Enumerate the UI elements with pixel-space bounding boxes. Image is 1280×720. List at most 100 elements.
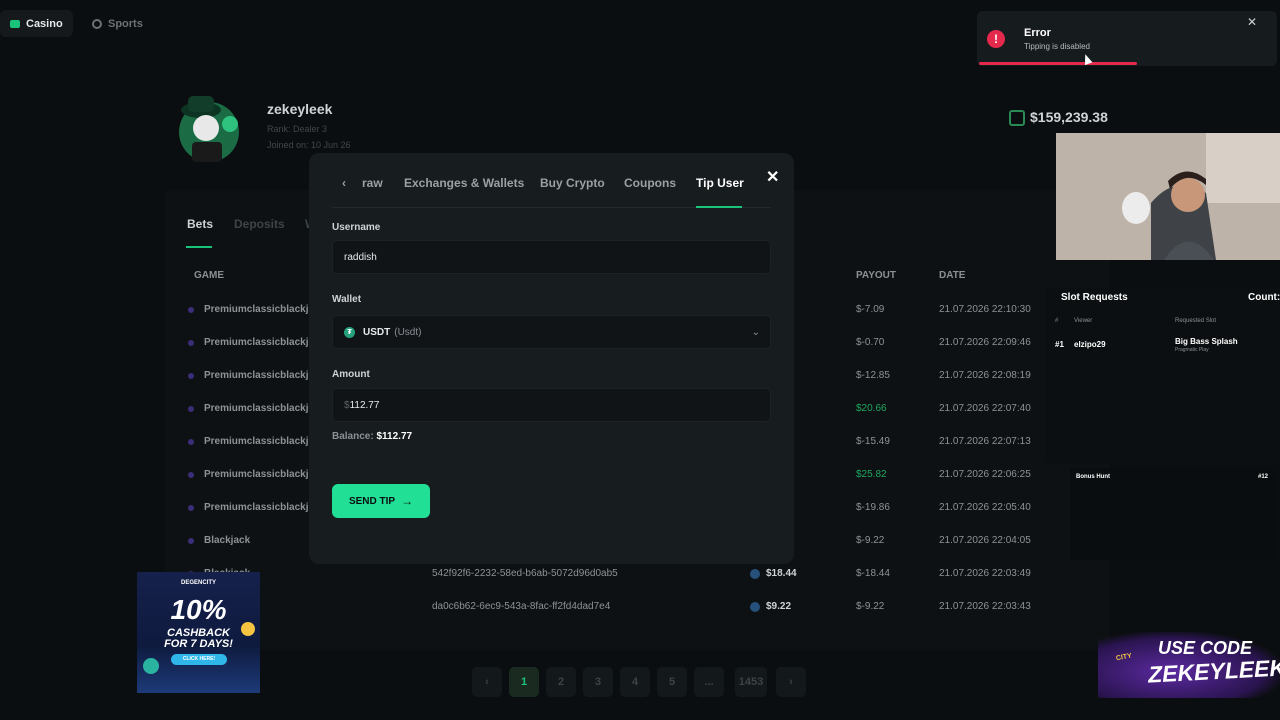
row-game: Premiumclassicblackj <box>188 370 309 381</box>
row-payout: $-18.44 <box>856 568 890 579</box>
wallet-select[interactable]: ₮ USDT (Usdt) ⌄ <box>332 315 771 349</box>
amount-value: 112.77 <box>349 399 380 411</box>
casino-icon <box>10 19 20 28</box>
coin-icon <box>750 601 760 612</box>
page-button[interactable]: 1 <box>509 667 539 697</box>
row-date: 21.07.2026 22:09:46 <box>939 337 1031 348</box>
row-date: 21.07.2026 22:03:43 <box>939 601 1031 612</box>
row-date: 21.07.2026 22:05:40 <box>939 502 1031 513</box>
game-icon <box>188 372 194 379</box>
slot-row-num: #1 <box>1055 340 1064 349</box>
username-input[interactable]: raddish <box>332 240 771 274</box>
nav-tab-casino[interactable]: Casino <box>0 10 73 37</box>
amount-input[interactable]: $ 112.77 <box>332 388 771 422</box>
profile-avatar <box>166 88 252 168</box>
row-payout: $-15.49 <box>856 436 890 447</box>
row-payout: $20.66 <box>856 403 887 414</box>
row-game: Premiumclassicblackj <box>188 502 309 513</box>
promo-percent: 10% <box>170 594 227 625</box>
row-amount: $18.44 <box>750 568 797 579</box>
row-date: 21.07.2026 22:08:19 <box>939 370 1031 381</box>
game-icon <box>188 405 194 412</box>
col-header-game: GAME <box>194 270 224 281</box>
game-icon <box>188 306 194 313</box>
row-game-label: Blackjack <box>204 535 251 546</box>
page-button[interactable]: 2 <box>546 667 576 697</box>
slot-row-viewer: elzipo29 <box>1074 340 1106 349</box>
slot-col-num: # <box>1055 318 1059 324</box>
row-game: Premiumclassicblackj <box>188 337 309 348</box>
wallet-name: (Usdt) <box>394 326 422 338</box>
balance-row: Balance: $112.77 <box>332 431 412 442</box>
send-tip-button[interactable]: SEND TIP → <box>332 484 430 518</box>
row-game: Premiumclassicblackj <box>188 469 309 480</box>
toast-close-icon[interactable]: ✕ <box>1247 15 1257 29</box>
balance-value: $112.77 <box>376 431 413 442</box>
col-header-payout: PAYOUT <box>856 270 897 281</box>
row-payout: $-19.86 <box>856 502 890 513</box>
page-button[interactable]: ... <box>694 667 724 697</box>
chip-icon <box>143 658 159 674</box>
row-amount-value: $18.44 <box>766 568 797 579</box>
row-game-label: Premiumclassicblackj <box>204 370 309 381</box>
nav-casino-label: Casino <box>26 17 63 30</box>
page-button[interactable]: 1453 <box>735 667 767 697</box>
row-hash: 542f92f6-2232-58ed-b6ab-5072d96d0ab5 <box>432 568 618 579</box>
bonus-hunt-title: Bonus Hunt <box>1076 474 1110 480</box>
use-code-banner: CITY USE CODE ZEKEYLEEK <box>1098 632 1280 698</box>
error-toast <box>977 11 1277 66</box>
modal-tab-tip-user[interactable]: Tip User <box>696 176 744 190</box>
modal-tab-buy-crypto[interactable]: Buy Crypto <box>540 176 605 190</box>
slot-col-viewer: Viewer <box>1074 318 1093 324</box>
chevron-down-icon: ⌄ <box>751 327 760 338</box>
row-payout: $-9.22 <box>856 601 885 612</box>
username-label: Username <box>332 222 381 233</box>
cashback-promo-banner[interactable]: DEGENCITY 10% CASHBACK FOR 7 DAYS! CLICK… <box>137 572 260 693</box>
nav-tab-sports[interactable]: Sports <box>82 10 153 37</box>
row-date: 21.07.2026 22:07:13 <box>939 436 1031 447</box>
row-payout: $-9.22 <box>856 535 885 546</box>
modal-close-icon[interactable]: ✕ <box>766 167 779 187</box>
row-game-label: Premiumclassicblackj <box>204 469 309 480</box>
row-date: 21.07.2026 22:07:40 <box>939 403 1031 414</box>
page-prev-button[interactable]: ‹ <box>472 667 502 697</box>
game-icon <box>188 438 194 445</box>
row-game-label: Premiumclassicblackj <box>204 337 309 348</box>
row-payout: $-0.70 <box>856 337 885 348</box>
profile-balance: $159,239.38 <box>1030 109 1108 125</box>
toast-progress-bar <box>979 62 1137 65</box>
modal-tabs-prev-button[interactable]: ‹ <box>342 176 346 190</box>
tab-deposits[interactable]: Deposits <box>234 217 285 231</box>
row-game: Premiumclassicblackj <box>188 436 309 447</box>
page-next-button[interactable]: › <box>776 667 806 697</box>
error-icon: ! <box>987 30 1005 48</box>
col-header-date: DATE <box>939 270 966 281</box>
modal-tab-coupons[interactable]: Coupons <box>624 176 676 190</box>
bonus-hunt-number: #12 <box>1258 474 1269 480</box>
table-row[interactable]: Blackjackda0c6b62-6ec9-543a-8fac-ff2fd4d… <box>188 591 1098 624</box>
page-button[interactable]: 4 <box>620 667 650 697</box>
row-game: Premiumclassicblackj <box>188 403 309 414</box>
row-game-label: Premiumclassicblackj <box>204 304 309 315</box>
nav-sports-label: Sports <box>108 17 143 30</box>
row-game-label: Premiumclassicblackj <box>204 403 309 414</box>
modal-tab-withdraw[interactable]: raw <box>362 176 383 190</box>
toast-message: Tipping is disabled <box>1024 42 1090 51</box>
row-date: 21.07.2026 22:06:25 <box>939 469 1031 480</box>
promo-line2: FOR 7 DAYS! <box>164 638 233 650</box>
promo-cta-button[interactable]: CLICK HERE! <box>171 654 227 665</box>
profile-joined: Joined on: 10 Jun 26 <box>267 140 351 150</box>
modal-tab-exchanges[interactable]: Exchanges & Wallets <box>404 176 524 190</box>
coin-icon <box>750 568 760 579</box>
coin-icon <box>241 622 255 636</box>
row-date: 21.07.2026 22:03:49 <box>939 568 1031 579</box>
send-tip-label: SEND TIP <box>348 495 396 507</box>
row-payout: $25.82 <box>856 469 887 480</box>
slot-row-provider: Pragmatic Play <box>1175 347 1209 353</box>
tab-bets-underline <box>186 246 212 248</box>
page-button[interactable]: 3 <box>583 667 613 697</box>
tab-bets[interactable]: Bets <box>187 217 213 231</box>
slot-row-slot: Big Bass Splash <box>1175 337 1238 346</box>
slot-col-slot: Requested Slot <box>1175 318 1217 324</box>
page-button[interactable]: 5 <box>657 667 687 697</box>
